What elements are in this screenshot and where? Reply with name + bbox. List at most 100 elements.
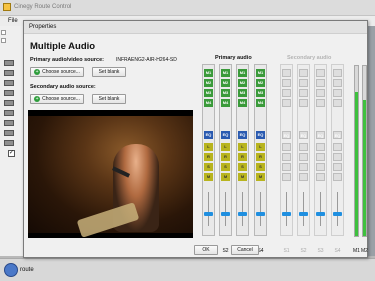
menu-file[interactable]: File bbox=[8, 18, 18, 24]
expand-icon[interactable] bbox=[1, 38, 6, 43]
mute-button[interactable]: M4 bbox=[204, 99, 213, 107]
eq-button[interactable]: EQ bbox=[333, 131, 342, 139]
channel-button[interactable] bbox=[282, 143, 291, 151]
channel-m-button[interactable]: M bbox=[238, 173, 247, 181]
eq-button[interactable]: EQ bbox=[221, 131, 230, 139]
channel-l-button[interactable]: L bbox=[256, 143, 265, 151]
mute-button[interactable] bbox=[299, 89, 308, 97]
mute-button[interactable]: M2 bbox=[204, 79, 213, 87]
expand-icon[interactable] bbox=[1, 30, 6, 35]
channel-m-button[interactable]: M bbox=[256, 173, 265, 181]
eq-button[interactable]: EQ bbox=[299, 131, 308, 139]
cancel-button[interactable]: Cancel bbox=[231, 245, 259, 255]
eq-button[interactable]: EQ bbox=[316, 131, 325, 139]
mute-button[interactable] bbox=[316, 99, 325, 107]
channel-button[interactable] bbox=[299, 153, 308, 161]
channel-m-button[interactable]: M bbox=[221, 173, 230, 181]
channel-r-button[interactable]: R bbox=[204, 153, 213, 161]
channel-r-button[interactable]: R bbox=[238, 153, 247, 161]
channel-button[interactable] bbox=[316, 163, 325, 171]
mute-button[interactable]: M4 bbox=[256, 99, 265, 107]
eq-button[interactable]: EQ bbox=[204, 131, 213, 139]
tree-node-icon[interactable] bbox=[4, 70, 14, 76]
mute-button[interactable] bbox=[299, 79, 308, 87]
mute-button[interactable] bbox=[282, 89, 291, 97]
tree-node-icon[interactable] bbox=[4, 130, 14, 136]
channel-r-button[interactable]: R bbox=[256, 153, 265, 161]
channel-button[interactable] bbox=[282, 163, 291, 171]
choose-primary-source-button[interactable]: + Choose source... bbox=[30, 67, 84, 77]
mute-button[interactable]: M2 bbox=[238, 79, 247, 87]
channel-button[interactable] bbox=[282, 153, 291, 161]
channel-button[interactable] bbox=[299, 173, 308, 181]
mute-button[interactable] bbox=[299, 99, 308, 107]
channel-s-button[interactable]: S bbox=[238, 163, 247, 171]
tree-node-icon[interactable] bbox=[4, 110, 14, 116]
fader-knob[interactable] bbox=[204, 212, 213, 216]
set-blank-secondary-button[interactable]: Set blank bbox=[92, 94, 126, 104]
mute-button[interactable]: M4 bbox=[221, 99, 230, 107]
mute-button[interactable]: M2 bbox=[221, 79, 230, 87]
mute-button[interactable]: M4 bbox=[238, 99, 247, 107]
channel-button[interactable] bbox=[316, 143, 325, 151]
channel-button[interactable] bbox=[333, 153, 342, 161]
channel-button[interactable] bbox=[316, 173, 325, 181]
mute-button[interactable] bbox=[333, 89, 342, 97]
mute-button[interactable]: M3 bbox=[221, 89, 230, 97]
ok-button[interactable]: OK bbox=[194, 245, 218, 255]
mute-button[interactable]: M1 bbox=[221, 69, 230, 77]
primary-audio-heading: Primary audio bbox=[215, 55, 252, 61]
channel-button[interactable] bbox=[333, 163, 342, 171]
eq-button[interactable]: EQ bbox=[256, 131, 265, 139]
mute-button[interactable] bbox=[282, 99, 291, 107]
mute-button[interactable]: M1 bbox=[256, 69, 265, 77]
channel-m-button[interactable]: M bbox=[204, 173, 213, 181]
mute-button[interactable] bbox=[282, 69, 291, 77]
mute-button[interactable] bbox=[299, 69, 308, 77]
fader-knob[interactable] bbox=[333, 212, 342, 216]
channel-s-button[interactable]: S bbox=[256, 163, 265, 171]
fader-knob[interactable] bbox=[238, 212, 247, 216]
eq-button[interactable]: EQ bbox=[282, 131, 291, 139]
channel-l-button[interactable]: L bbox=[221, 143, 230, 151]
mute-button[interactable] bbox=[316, 89, 325, 97]
tree-node-icon[interactable] bbox=[4, 60, 14, 66]
mute-button[interactable]: M3 bbox=[238, 89, 247, 97]
fader-knob[interactable] bbox=[316, 212, 325, 216]
eq-button[interactable]: EQ bbox=[238, 131, 247, 139]
mute-button[interactable] bbox=[333, 69, 342, 77]
channel-button[interactable] bbox=[316, 153, 325, 161]
mute-button[interactable]: M2 bbox=[256, 79, 265, 87]
channel-l-button[interactable]: L bbox=[238, 143, 247, 151]
fader-knob[interactable] bbox=[282, 212, 291, 216]
tree-node-icon[interactable] bbox=[4, 140, 14, 146]
mute-button[interactable] bbox=[333, 99, 342, 107]
channel-button[interactable] bbox=[299, 163, 308, 171]
mute-button[interactable]: M3 bbox=[256, 89, 265, 97]
checkbox[interactable]: ✓ bbox=[8, 150, 15, 157]
choose-secondary-source-button[interactable]: + Choose source... bbox=[30, 94, 84, 104]
tree-node-icon[interactable] bbox=[4, 80, 14, 86]
tree-node-icon[interactable] bbox=[4, 120, 14, 126]
channel-s-button[interactable]: S bbox=[204, 163, 213, 171]
mute-button[interactable]: M1 bbox=[204, 69, 213, 77]
mute-button[interactable] bbox=[316, 79, 325, 87]
tree-node-icon[interactable] bbox=[4, 90, 14, 96]
channel-button[interactable] bbox=[299, 143, 308, 151]
channel-button[interactable] bbox=[333, 143, 342, 151]
channel-s-button[interactable]: S bbox=[221, 163, 230, 171]
fader-knob[interactable] bbox=[221, 212, 230, 216]
mute-button[interactable]: M3 bbox=[204, 89, 213, 97]
fader-knob[interactable] bbox=[256, 212, 265, 216]
tree-node-icon[interactable] bbox=[4, 100, 14, 106]
mute-button[interactable] bbox=[333, 79, 342, 87]
mute-button[interactable] bbox=[282, 79, 291, 87]
channel-button[interactable] bbox=[333, 173, 342, 181]
channel-button[interactable] bbox=[282, 173, 291, 181]
fader-knob[interactable] bbox=[299, 212, 308, 216]
channel-r-button[interactable]: R bbox=[221, 153, 230, 161]
mute-button[interactable]: M1 bbox=[238, 69, 247, 77]
channel-l-button[interactable]: L bbox=[204, 143, 213, 151]
mute-button[interactable] bbox=[316, 69, 325, 77]
set-blank-primary-button[interactable]: Set blank bbox=[92, 67, 126, 77]
